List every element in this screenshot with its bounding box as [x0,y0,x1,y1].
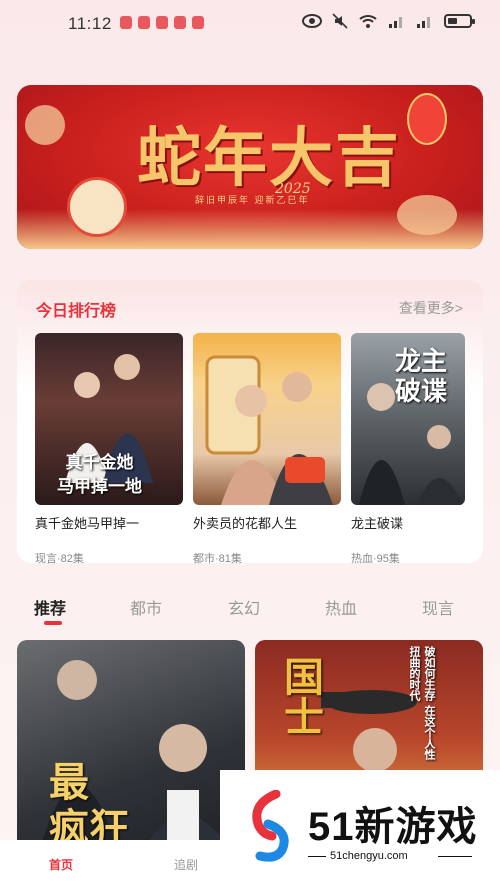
cover-title: 龙主 破谍 [395,347,448,407]
watermark-url: 51chengyu.com [330,850,408,862]
battery-icon [444,14,475,28]
signal-icon [416,12,434,30]
snake-mascot-icon [67,177,127,237]
drama-meta: 热血·95集 [351,553,400,565]
drama-cover[interactable] [193,333,341,505]
mute-icon [332,12,348,30]
drama-name: 龙主破谍 [351,516,404,531]
ranking-card: 今日排行榜 查看更多> 真千金她 马甲掉一地 真千金她马甲掉一 现言·82集 外… [17,280,483,566]
category-tabs: 推荐 都市 玄幻 热血 现言 [0,590,500,630]
tab-action[interactable]: 热血 [325,595,357,619]
eye-icon [302,12,322,30]
nav-home[interactable]: 首页 [49,856,73,873]
feed-cover-tagline: 破如何生存 在这个人性扭曲的时代 [408,646,436,760]
notification-icon [192,16,204,29]
tab-indicator [44,621,62,625]
status-time: 11:12 [68,14,112,33]
wifi-icon [358,12,378,30]
see-more-link[interactable]: 查看更多> [399,298,463,318]
banner-subtitle: 辞旧甲辰年 迎新乙巳年 [195,195,310,205]
notification-icon [138,16,150,29]
ranking-item[interactable]: 真千金她 马甲掉一地 真千金她马甲掉一 现言·82集 [35,333,183,566]
tab-fantasy[interactable]: 玄幻 [228,595,260,619]
divider [308,856,326,857]
divider [438,856,472,857]
status-bar: 11:12 [0,0,500,48]
ranking-item[interactable]: 外卖员的花都人生 都市·81集 [193,333,341,566]
signal-icon [388,12,406,30]
watermark-brand: 51新游戏 [308,805,478,849]
system-icons [302,12,475,30]
ranking-title: 今日排行榜 [36,303,117,320]
watermark: 51新游戏 51chengyu.com [220,770,500,888]
cover-title: 真千金她 马甲掉一地 [57,453,142,497]
nav-follow[interactable]: 追剧 [174,856,198,873]
feed-cover-title: 最 疯狂 [49,759,129,852]
tab-recommend[interactable]: 推荐 [34,595,66,619]
drama-cover[interactable]: 龙主 破谍 [351,333,465,505]
lantern-icon [407,93,447,145]
drama-meta: 都市·81集 [193,553,242,565]
promo-banner[interactable]: 蛇年大吉 2025 辞旧甲辰年 迎新乙巳年 [17,85,483,249]
notification-icon [174,16,186,29]
notification-icon [120,16,132,29]
drama-name: 真千金她马甲掉一 [35,516,140,531]
notification-icons [120,16,204,29]
drama-name: 外卖员的花都人生 [193,516,298,531]
cover-figures [205,355,333,505]
notification-icon [156,16,168,29]
drama-meta: 现言·82集 [35,553,84,565]
tab-romance[interactable]: 现言 [422,595,454,619]
banner-title: 蛇年大吉 [137,121,401,196]
tab-city[interactable]: 都市 [130,595,162,619]
feed-card[interactable]: 最 疯狂 [17,640,245,860]
feed-cover-title: 国士 [277,656,324,736]
decor-flower [25,105,65,145]
drama-cover[interactable]: 真千金她 马甲掉一地 [35,333,183,505]
brand-logo-icon [252,790,289,862]
ranking-item[interactable]: 龙主 破谍 龙主破谍 热血·95集 [351,333,465,566]
